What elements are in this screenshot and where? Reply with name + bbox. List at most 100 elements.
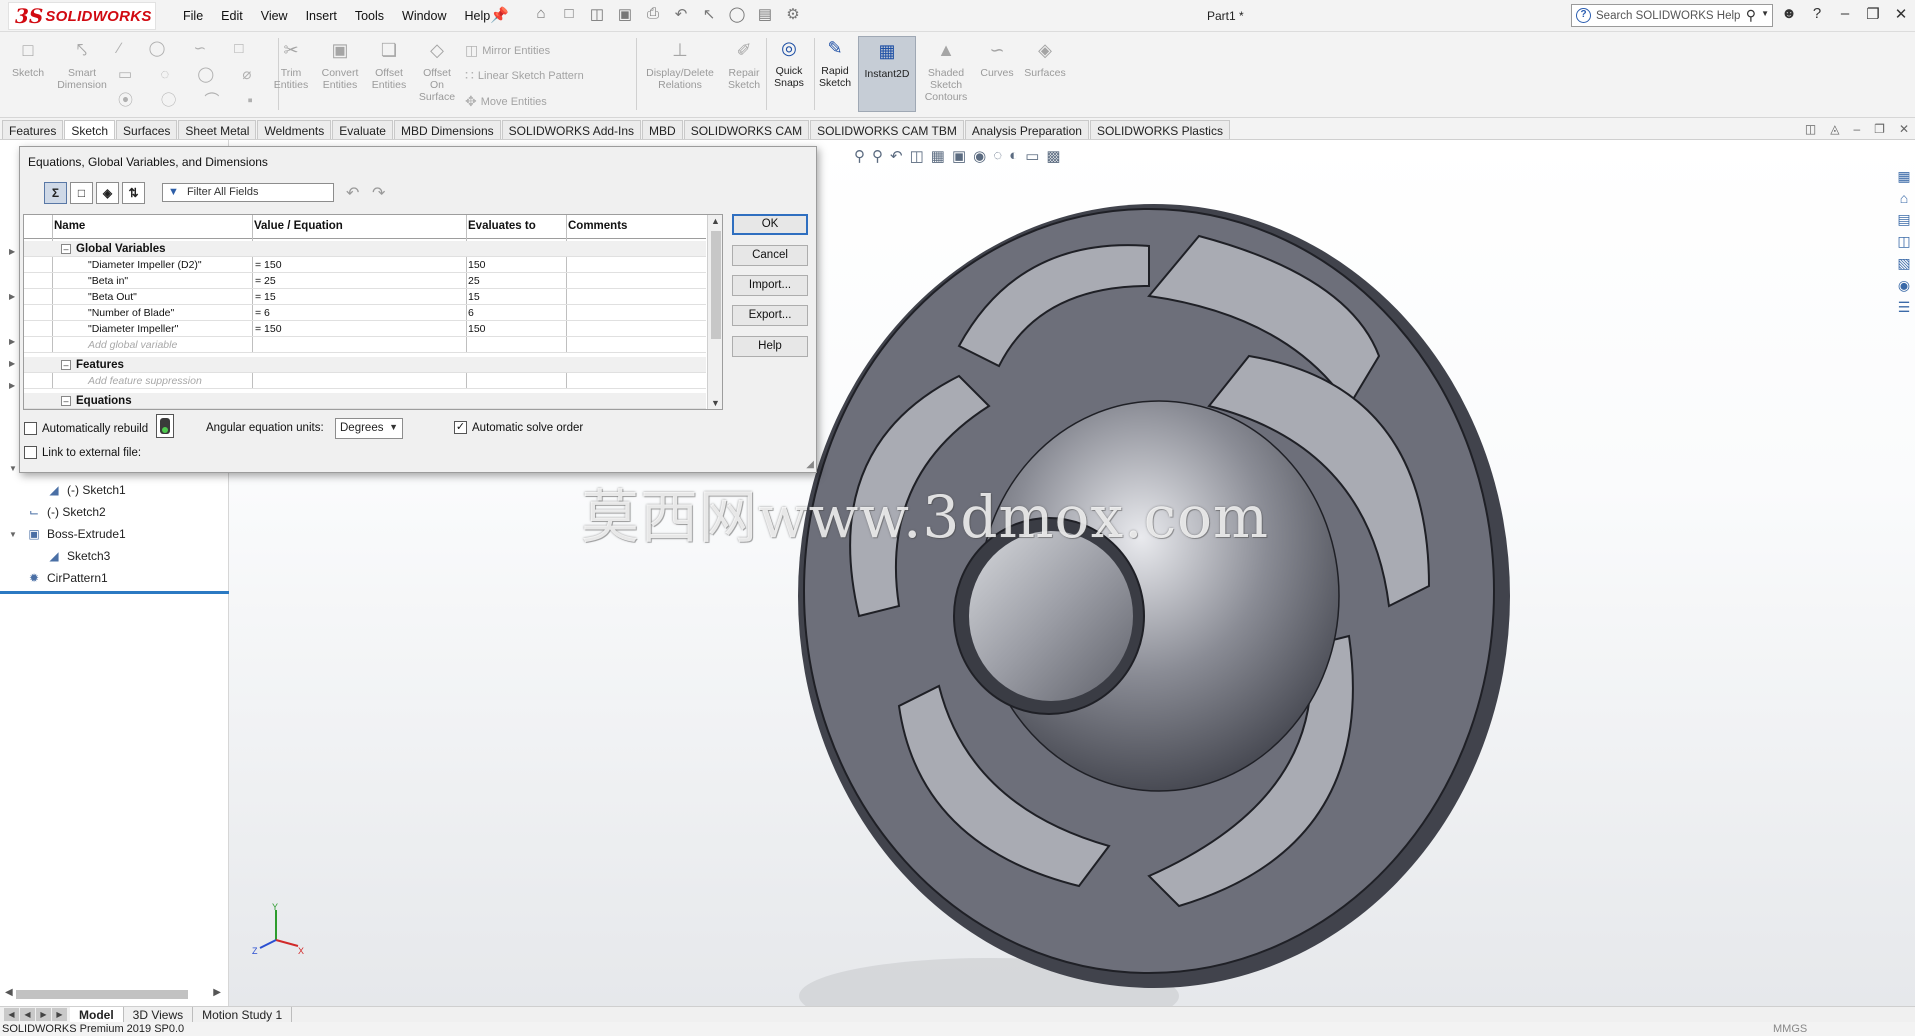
rebuild-status-icon[interactable]	[156, 414, 174, 438]
solidworks-resources-icon[interactable]: ▦	[1897, 168, 1910, 185]
menu-tools[interactable]: Tools	[346, 7, 393, 25]
add-global-placeholder[interactable]: Add global variable	[88, 339, 177, 351]
undo-icon[interactable]: ↶	[346, 183, 359, 203]
menu-file[interactable]: File	[174, 7, 212, 25]
rapid-sketch-button[interactable]: ✎ Rapid Sketch	[815, 39, 855, 89]
tree-horizontal-scrollbar[interactable]: ◀ ▶	[2, 986, 224, 1002]
collapse-icon[interactable]: –	[61, 244, 71, 254]
ok-button[interactable]: OK	[732, 214, 808, 235]
tab-sheet-metal[interactable]: Sheet Metal	[178, 120, 257, 139]
shaded-sketch-contours-button[interactable]: ▲ Shaded Sketch Contours	[918, 41, 974, 103]
import-button[interactable]: Import...	[732, 275, 808, 296]
home-icon[interactable]: ⌂	[530, 5, 552, 23]
file-explorer-icon[interactable]: ◫	[1897, 233, 1910, 250]
doc-minimize-icon[interactable]: –	[1853, 122, 1860, 136]
tree-expand-arrow[interactable]: ▶	[9, 359, 15, 368]
column-name-header[interactable]: Name	[54, 220, 85, 232]
close-icon[interactable]: ✕	[1892, 5, 1910, 23]
tab-solidworks-cam[interactable]: SOLIDWORKS CAM	[683, 120, 810, 139]
surfaces-button[interactable]: ◈ Surfaces	[1020, 41, 1070, 79]
appearances-icon[interactable]: ◉	[1898, 277, 1910, 294]
search-icon[interactable]: ⚲	[1746, 7, 1756, 24]
menu-view[interactable]: View	[252, 7, 297, 25]
select-arrow-icon[interactable]: ↖	[698, 5, 720, 23]
sketch-equation-view-button[interactable]: □	[70, 182, 93, 204]
convert-entities-button[interactable]: ▣ Convert Entities	[316, 41, 364, 91]
tree-item-sketch2[interactable]: ⌙ (-) Sketch2	[26, 505, 106, 519]
automatically-rebuild-checkbox[interactable]: Automatically rebuild	[24, 422, 148, 435]
tab-weldments[interactable]: Weldments	[257, 120, 332, 139]
tab-mbd-dimensions[interactable]: MBD Dimensions	[393, 120, 501, 139]
tab-model[interactable]: Model	[70, 1007, 124, 1023]
tab-motion-study-1[interactable]: Motion Study 1	[193, 1007, 293, 1023]
cancel-button[interactable]: Cancel	[732, 245, 808, 266]
tab-solidworks-plastics[interactable]: SOLIDWORKS Plastics	[1089, 120, 1230, 139]
tab-features[interactable]: Features	[2, 120, 64, 139]
collapse-icon[interactable]: –	[61, 396, 71, 406]
mirror-entities-button[interactable]: ◫ Mirror Entities	[465, 42, 550, 59]
file-properties-icon[interactable]: ▤	[754, 5, 776, 23]
checkbox-box[interactable]: ✓	[454, 421, 467, 434]
scrollbar-thumb[interactable]	[711, 231, 721, 339]
variable-name[interactable]: "Diameter Impeller (D2)"	[88, 259, 202, 271]
checkbox-box[interactable]	[24, 446, 37, 459]
menu-edit[interactable]: Edit	[212, 7, 252, 25]
tab-mbd[interactable]: MBD	[642, 120, 683, 139]
resize-grip-icon[interactable]: ◢	[806, 459, 814, 470]
solidworks-logo[interactable]: 3S SOLIDWORKS	[8, 2, 156, 30]
undo-icon[interactable]: ↶	[670, 5, 692, 23]
grid-vertical-scrollbar[interactable]: ▲ ▼	[707, 215, 722, 409]
tree-item-cirpattern1[interactable]: ✹ CirPattern1	[26, 571, 108, 585]
trim-entities-button[interactable]: ✂ Trim Entities	[270, 41, 312, 91]
column-value-header[interactable]: Value / Equation	[254, 220, 343, 232]
add-feature-placeholder[interactable]: Add feature suppression	[88, 375, 202, 387]
smart-dimension-button[interactable]: ⤣ Smart Dimension	[52, 41, 112, 91]
help-icon[interactable]: ?	[1808, 5, 1826, 23]
checkbox-box[interactable]	[24, 422, 37, 435]
scroll-down-icon[interactable]: ▼	[711, 398, 720, 408]
search-help-box[interactable]: ? Search SOLIDWORKS Help ⚲ ▼	[1571, 4, 1773, 27]
filter-field[interactable]: ▼ Filter All Fields	[162, 183, 334, 202]
tree-expand-arrow[interactable]: ▶	[9, 247, 15, 256]
table-row[interactable]: "Diameter Impeller" = 150 150	[24, 321, 706, 337]
variable-name[interactable]: "Beta in"	[88, 275, 128, 287]
minimize-icon[interactable]: –	[1836, 5, 1854, 23]
tree-item-sketch3[interactable]: ◢ Sketch3	[46, 549, 110, 563]
unit-system[interactable]: MMGS	[1773, 1023, 1807, 1035]
dimension-view-button[interactable]: ◈	[96, 182, 119, 204]
custom-properties-icon[interactable]: ☰	[1898, 299, 1911, 316]
variable-value[interactable]: = 150	[255, 259, 282, 271]
tree-item-sketch1[interactable]: ◢ (-) Sketch1	[46, 483, 125, 497]
table-row[interactable]: "Beta Out" = 15 15	[24, 289, 706, 305]
last-tab-icon[interactable]: ▶	[52, 1008, 67, 1021]
scroll-up-icon[interactable]: ▲	[711, 216, 720, 226]
ordered-view-button[interactable]: ⇅	[122, 182, 145, 204]
move-entities-button[interactable]: ✥ Move Entities	[465, 93, 547, 110]
tree-collapse-arrow[interactable]: ▼	[9, 464, 17, 473]
print-icon[interactable]: ⎙	[642, 5, 664, 23]
link-external-file-checkbox[interactable]: Link to external file:	[24, 446, 141, 459]
add-feature-suppression-row[interactable]: Add feature suppression	[24, 373, 706, 389]
quick-snaps-button[interactable]: ◎ Quick Snaps	[768, 39, 810, 89]
tab-surfaces[interactable]: Surfaces	[116, 120, 178, 139]
redo-icon[interactable]: ↷	[372, 183, 385, 203]
group-global-variables[interactable]: – Global Variables	[24, 241, 706, 257]
column-comments-header[interactable]: Comments	[568, 220, 627, 232]
save-icon[interactable]: ▣	[614, 5, 636, 23]
variable-name[interactable]: "Number of Blade"	[88, 307, 174, 319]
variable-value[interactable]: = 15	[255, 291, 276, 303]
menu-window[interactable]: Window	[393, 7, 455, 25]
sketch-entity-tools[interactable]: ∕ ◯ ∽ □ ▭ ◌ ◯ ⌀ ⦿ ◯ ⌒ ▪	[118, 36, 265, 114]
add-global-variable-row[interactable]: Add global variable	[24, 337, 706, 353]
doc-close-icon[interactable]: ✕	[1899, 122, 1909, 136]
variable-name[interactable]: "Diameter Impeller"	[88, 323, 178, 335]
table-row[interactable]: "Number of Blade" = 6 6	[24, 305, 706, 321]
table-row[interactable]: "Diameter Impeller (D2)" = 150 150	[24, 257, 706, 273]
tree-expand-arrow[interactable]: ▶	[9, 381, 15, 390]
doc-restore-icon[interactable]: ❐	[1874, 122, 1885, 136]
tile-left-icon[interactable]: ◫	[1805, 122, 1816, 136]
tree-item-boss-extrude1[interactable]: ▣ Boss-Extrude1	[26, 527, 125, 541]
home-icon[interactable]: ⌂	[1900, 190, 1908, 206]
scroll-right-icon[interactable]: ▶	[213, 987, 221, 998]
linear-sketch-pattern-button[interactable]: ∷ Linear Sketch Pattern	[465, 67, 584, 84]
